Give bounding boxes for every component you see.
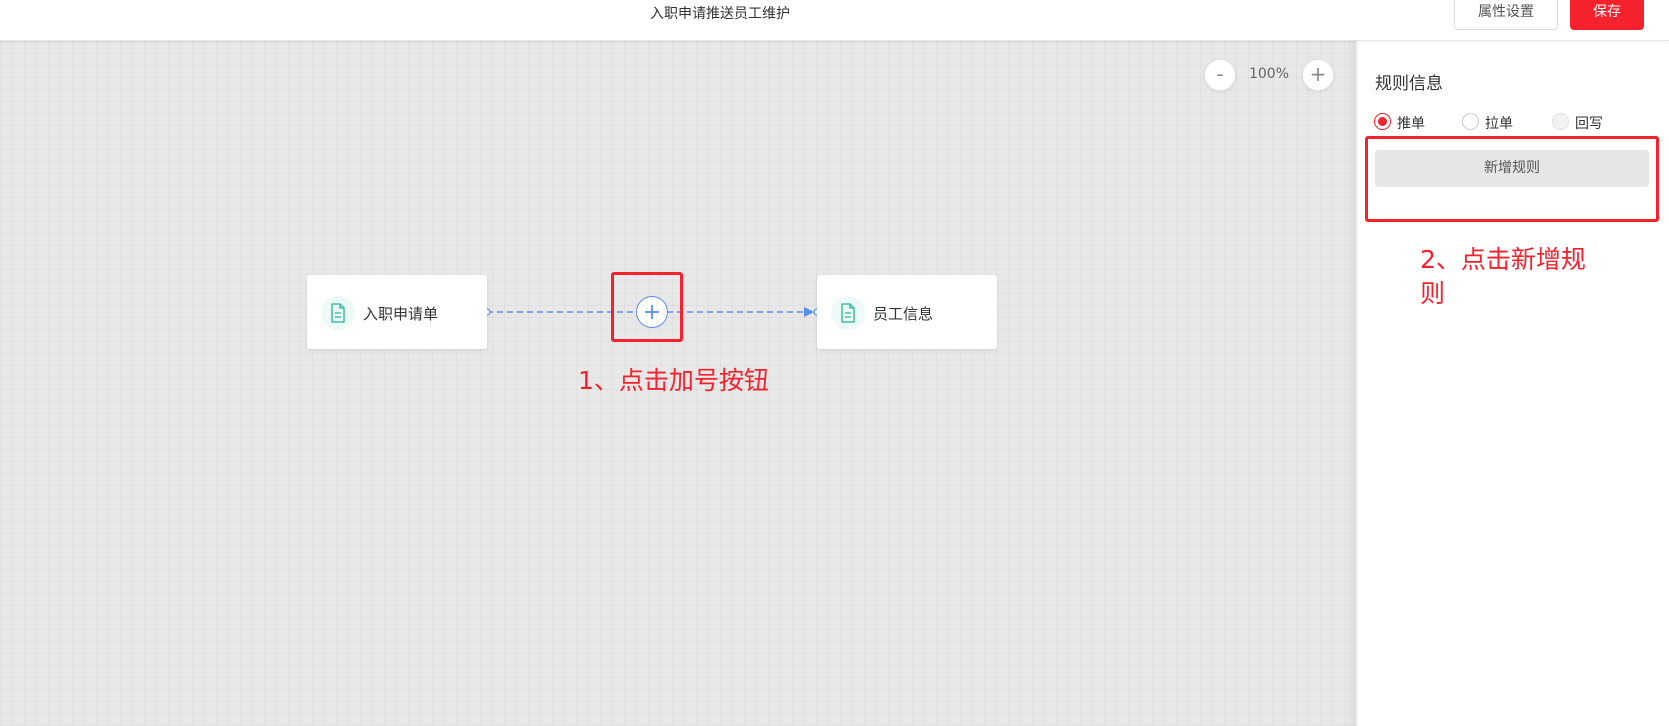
save-button[interactable]: 保存 <box>1570 0 1644 30</box>
panel-title: 规则信息 <box>1375 74 1443 94</box>
source-node[interactable]: 入职申请单 <box>307 275 487 349</box>
document-icon <box>321 296 355 330</box>
property-settings-button[interactable]: 属性设置 <box>1454 0 1558 30</box>
top-bar: 入职申请推送员工维护 属性设置 保存 <box>0 0 1669 41</box>
radio-writeback-label: 回写 <box>1575 116 1603 132</box>
annotation-step-2: 2、点击新增规则 <box>1420 245 1586 308</box>
radio-unchecked-icon <box>1462 113 1479 130</box>
radio-pull-label: 拉单 <box>1485 116 1513 132</box>
target-node[interactable]: 员工信息 <box>817 275 997 349</box>
document-icon <box>831 296 865 330</box>
source-node-label: 入职申请单 <box>363 305 439 323</box>
radio-checked-icon <box>1374 113 1391 130</box>
target-node-label: 员工信息 <box>873 305 934 323</box>
flow-editor: 入职申请推送员工维护 属性设置 保存 - 100% + 入职申请单 员工信息 规… <box>0 0 1669 726</box>
page-title: 入职申请推送员工维护 <box>650 6 790 22</box>
panel-divider-shadow <box>1346 41 1358 726</box>
radio-push-label: 推单 <box>1397 116 1425 132</box>
annotation-box-plus-button <box>611 272 683 342</box>
annotation-step-1: 1、点击加号按钮 <box>578 366 769 395</box>
zoom-in-button[interactable]: + <box>1302 59 1334 91</box>
radio-disabled-icon <box>1552 113 1569 130</box>
zoom-level: 100% <box>1248 66 1290 82</box>
annotation-box-add-rule <box>1365 136 1659 222</box>
zoom-out-button[interactable]: - <box>1204 59 1236 91</box>
